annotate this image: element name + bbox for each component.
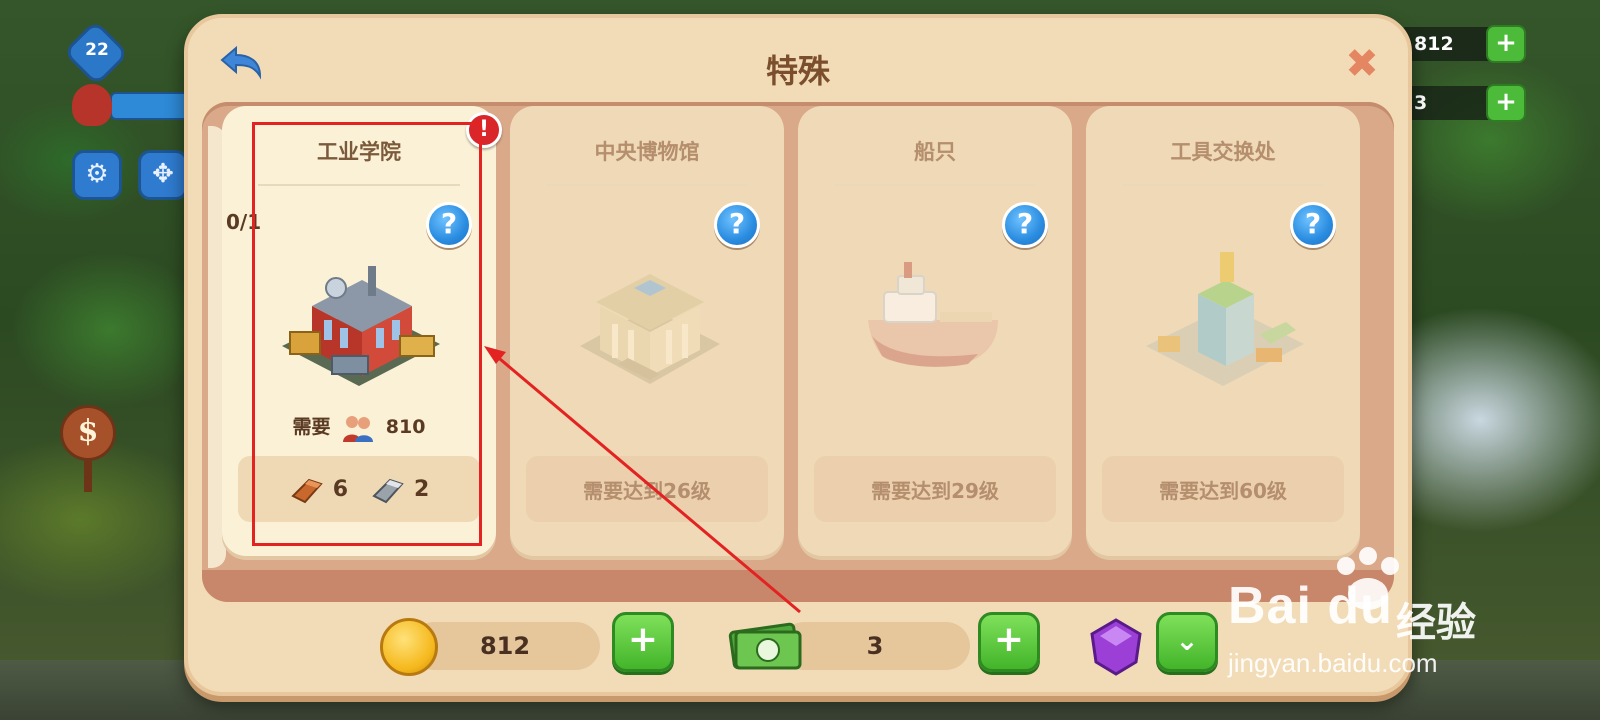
card-divider bbox=[834, 184, 1036, 186]
card-divider bbox=[1122, 184, 1324, 186]
highlight-annotation-box bbox=[252, 122, 482, 546]
settings-gear-icon[interactable]: ⚙ bbox=[72, 150, 122, 200]
buy-coins-button[interactable]: + bbox=[612, 612, 674, 672]
watermark-brand: Bai du bbox=[1228, 577, 1393, 635]
central-museum-building-icon bbox=[580, 274, 720, 384]
cash-readout: 3 bbox=[780, 622, 970, 670]
coin-icon bbox=[380, 618, 438, 676]
building-card-central-museum[interactable]: 中央博物馆 ? 需要达到26级 bbox=[510, 106, 784, 556]
population-icon bbox=[72, 84, 112, 126]
card-title: 船只 bbox=[914, 140, 956, 164]
close-icon[interactable]: ✖ bbox=[1342, 44, 1382, 84]
card-divider bbox=[546, 184, 748, 186]
locked-requirement-bar: 需要达到26级 bbox=[526, 456, 768, 522]
gem-icon bbox=[1090, 618, 1142, 676]
coins-value: 812 bbox=[479, 632, 531, 660]
top-coins-plus-button[interactable]: + bbox=[1486, 25, 1526, 63]
coins-readout: 812 bbox=[410, 622, 600, 670]
level-number: 22 bbox=[85, 40, 109, 60]
card-title: 工具交换处 bbox=[1170, 140, 1276, 164]
baidu-watermark: Bai du 经验 jingyan.baidu.com bbox=[1228, 546, 1548, 686]
locked-requirement-bar: 需要达到60级 bbox=[1102, 456, 1344, 522]
move-arrows-icon[interactable]: ✥ bbox=[138, 150, 188, 200]
cash-value: 3 bbox=[866, 632, 884, 660]
building-card-tool-exchange[interactable]: 工具交换处 ? 需要达到60级 bbox=[1086, 106, 1360, 556]
locked-requirement-bar: 需要达到29级 bbox=[814, 456, 1056, 522]
locked-requirement-text: 需要达到26级 bbox=[583, 478, 711, 503]
building-card-ship[interactable]: 船只 ? 需要达到29级 bbox=[798, 106, 1072, 556]
ship-icon bbox=[868, 262, 998, 367]
card-title: 中央博物馆 bbox=[594, 140, 700, 164]
dialog-title: 特殊 bbox=[765, 52, 830, 90]
tool-exchange-building-icon bbox=[1146, 252, 1304, 386]
cash-icon bbox=[728, 622, 802, 670]
dollar-sign-icon: $ bbox=[60, 405, 116, 461]
expand-resources-button[interactable]: ⌄ bbox=[1156, 612, 1218, 672]
top-cash-plus-button[interactable]: + bbox=[1486, 84, 1526, 122]
sign-post bbox=[84, 458, 92, 492]
shelf-ledge bbox=[202, 570, 1394, 602]
locked-requirement-text: 需要达到60级 bbox=[1159, 478, 1287, 503]
watermark-sub: 经验 bbox=[1396, 600, 1476, 646]
locked-requirement-text: 需要达到29级 bbox=[871, 478, 999, 503]
watermark-url: jingyan.baidu.com bbox=[1228, 648, 1438, 678]
buy-cash-button[interactable]: + bbox=[978, 612, 1040, 672]
